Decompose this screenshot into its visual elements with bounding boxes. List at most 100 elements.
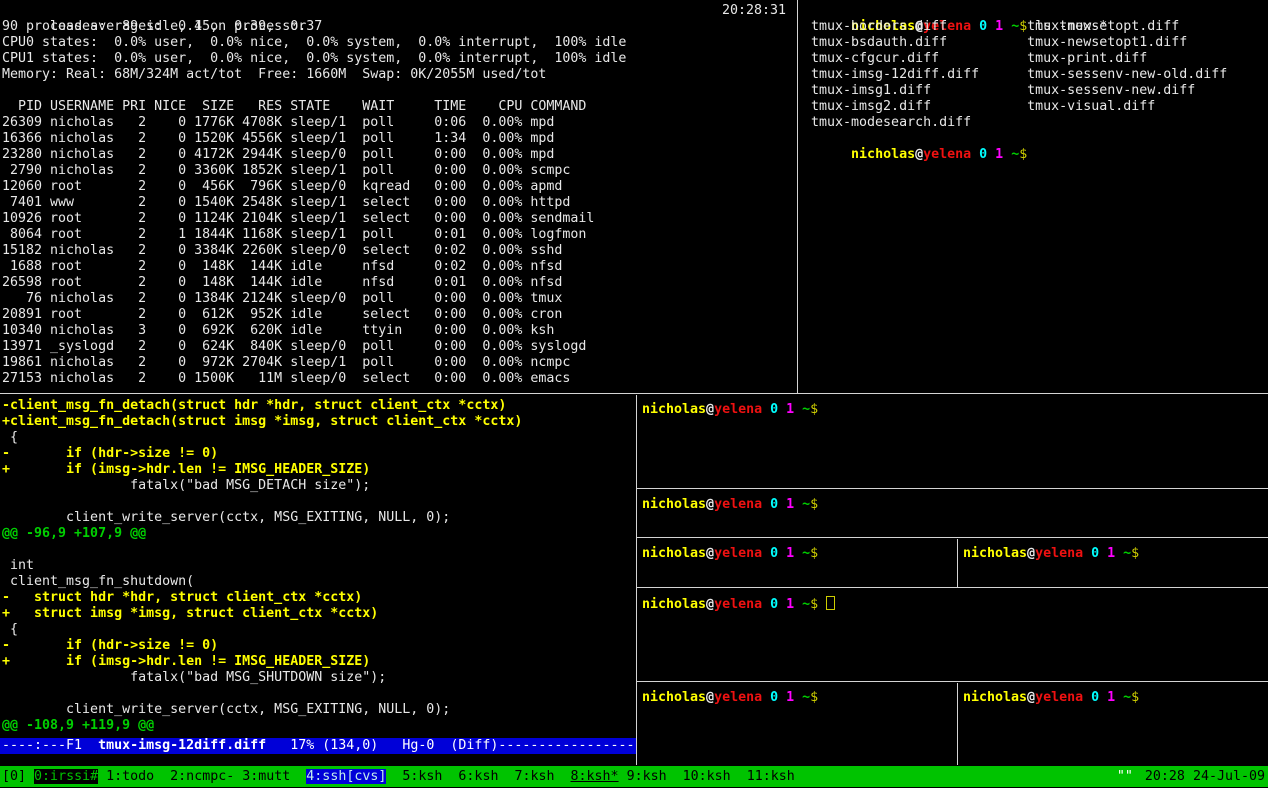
top-load-line: load averages: 0.45, 0.39, 0.37 bbox=[2, 3, 799, 19]
pane-title: "" bbox=[1117, 769, 1133, 784]
pane-shell-4[interactable]: nicholas@yelena 0 1 ~$ bbox=[959, 539, 1268, 593]
status-session[interactable]: [0] bbox=[2, 769, 26, 784]
prompt-history: 0 bbox=[762, 546, 778, 561]
prompt-symbol: $ bbox=[810, 546, 818, 561]
terminal-cursor bbox=[826, 596, 835, 610]
prompt-symbol: $ bbox=[810, 690, 818, 705]
prompt-host: yelena bbox=[923, 147, 971, 162]
status-window-10[interactable]: 10:ksh bbox=[683, 769, 731, 784]
prompt-path: ~ bbox=[794, 497, 810, 512]
status-window-5[interactable]: 5:ksh bbox=[402, 769, 442, 784]
pane-shell-2[interactable]: nicholas@yelena 0 1 ~$ bbox=[638, 490, 1268, 543]
modeline-vcs: Hg-0 bbox=[378, 738, 434, 753]
modeline-percent: 17% bbox=[266, 738, 314, 753]
prompt-user: nicholas bbox=[851, 147, 915, 162]
diff-line: { bbox=[0, 430, 636, 446]
diff-line: - if (hdr->size != 0) bbox=[0, 446, 636, 462]
prompt-path: ~ bbox=[794, 597, 810, 612]
pane-border bbox=[636, 395, 637, 765]
emacs-modeline: ----:---F1 tmux-imsg-12diff.diff 17% (13… bbox=[0, 738, 636, 754]
pane-shell-6[interactable]: nicholas@yelena 0 1 ~$ bbox=[638, 683, 960, 772]
top-process-table: PID USERNAME PRI NICE SIZE RES STATE WAI… bbox=[2, 99, 799, 387]
prompt-path: ~ bbox=[794, 402, 810, 417]
prompt-host: yelena bbox=[714, 402, 762, 417]
status-window-3[interactable]: 3:mutt bbox=[242, 769, 290, 784]
status-window-9[interactable]: 9:ksh bbox=[627, 769, 667, 784]
pane-border bbox=[637, 681, 1268, 682]
modeline-buffer-name: tmux-imsg-12diff.diff bbox=[98, 738, 266, 753]
prompt-host: yelena bbox=[714, 597, 762, 612]
pane-border bbox=[637, 537, 1268, 538]
prompt-symbol: $ bbox=[810, 497, 818, 512]
pane-shell-ls[interactable]: nicholas@yelena 0 1 ~$ls tmux-* tmux-bor… bbox=[799, 0, 1268, 396]
prompt-at: @ bbox=[915, 147, 923, 162]
prompt-jobs: 1 bbox=[778, 690, 794, 705]
modeline-position: (134,0) bbox=[314, 738, 378, 753]
diff-line: client_write_server(cctx, MSG_EXITING, N… bbox=[0, 510, 636, 526]
prompt-jobs: 1 bbox=[778, 497, 794, 512]
pane-emacs-diff[interactable]: -client_msg_fn_detach(struct hdr *hdr, s… bbox=[0, 395, 636, 768]
prompt-at: @ bbox=[706, 690, 714, 705]
diff-line: - struct hdr *hdr, struct client_ctx *cc… bbox=[0, 590, 636, 606]
prompt-symbol: $ bbox=[810, 402, 818, 417]
prompt-user: nicholas bbox=[963, 690, 1027, 705]
prompt-jobs: 1 bbox=[1099, 546, 1115, 561]
prompt-at: @ bbox=[1027, 690, 1035, 705]
pane-border bbox=[0, 393, 1268, 394]
prompt-path: ~ bbox=[1115, 690, 1131, 705]
prompt-history: 0 bbox=[762, 690, 778, 705]
prompt-path: ~ bbox=[794, 546, 810, 561]
status-window-0[interactable]: 0:irssi# bbox=[34, 769, 98, 784]
shell-prompt: nicholas@yelena 0 1 ~$ bbox=[642, 546, 818, 561]
prompt-jobs: 1 bbox=[778, 402, 794, 417]
pane-border bbox=[957, 683, 958, 765]
prompt-user: nicholas bbox=[642, 497, 706, 512]
diff-line: + if (imsg->hdr.len != IMSG_HEADER_SIZE) bbox=[0, 462, 636, 478]
prompt-path: ~ bbox=[794, 690, 810, 705]
status-window-1[interactable]: 1:todo bbox=[106, 769, 154, 784]
diff-buffer: -client_msg_fn_detach(struct hdr *hdr, s… bbox=[0, 398, 636, 734]
pane-top-processes[interactable]: load averages: 0.45, 0.39, 0.37 20:28:31… bbox=[0, 0, 799, 396]
modeline-prefix: ----:---F1 bbox=[2, 738, 98, 753]
prompt-host: yelena bbox=[1035, 690, 1083, 705]
prompt-history: 0 bbox=[762, 402, 778, 417]
prompt-history: 0 bbox=[762, 497, 778, 512]
pane-shell-3[interactable]: nicholas@yelena 0 1 ~$ bbox=[638, 539, 960, 593]
shell-prompt: nicholas@yelena 0 1 ~$ bbox=[963, 690, 1139, 705]
pane-shell-1[interactable]: nicholas@yelena 0 1 ~$ bbox=[638, 395, 1268, 494]
prompt-history: 0 bbox=[971, 147, 987, 162]
diff-line: client_write_server(cctx, MSG_EXITING, N… bbox=[0, 702, 636, 718]
pane-shell-7[interactable]: nicholas@yelena 0 1 ~$ bbox=[959, 683, 1268, 772]
modeline-dashes: -------------------------- bbox=[498, 738, 636, 753]
prompt-history: 0 bbox=[1083, 690, 1099, 705]
diff-line: @@ -108,9 +119,9 @@ bbox=[0, 718, 636, 734]
status-window-2[interactable]: 2:ncmpc- bbox=[170, 769, 234, 784]
pane-shell-5-active[interactable]: nicholas@yelena 0 1 ~$ bbox=[638, 589, 1268, 687]
prompt-history: 0 bbox=[1083, 546, 1099, 561]
prompt-at: @ bbox=[706, 402, 714, 417]
prompt-history: 0 bbox=[762, 597, 778, 612]
pane-border bbox=[797, 0, 798, 393]
status-window-11[interactable]: 11:ksh bbox=[747, 769, 795, 784]
shell-prompt: nicholas@yelena 0 1 ~$ bbox=[642, 402, 818, 417]
shell-line: nicholas@yelena 0 1 ~$ bbox=[803, 131, 1268, 147]
status-window-4[interactable]: 4:ssh[cvs] bbox=[306, 769, 386, 784]
status-right: ""20:28 24-Jul-09 bbox=[1117, 766, 1265, 787]
status-window-6[interactable]: 6:ksh bbox=[458, 769, 498, 784]
prompt-user: nicholas bbox=[642, 690, 706, 705]
shell-line: nicholas@yelena 0 1 ~$ls tmux-* bbox=[803, 3, 1268, 19]
clock: 20:28:31 bbox=[722, 3, 786, 19]
prompt-user: nicholas bbox=[963, 546, 1027, 561]
modeline-major-mode: (Diff) bbox=[434, 738, 498, 753]
shell-prompt: nicholas@yelena 0 1 ~$ bbox=[642, 497, 818, 512]
status-window-8[interactable]: 8:ksh* bbox=[571, 769, 619, 784]
prompt-at: @ bbox=[706, 546, 714, 561]
prompt-user: nicholas bbox=[642, 597, 706, 612]
prompt-user: nicholas bbox=[642, 546, 706, 561]
pane-border bbox=[637, 587, 1268, 588]
prompt-host: yelena bbox=[714, 690, 762, 705]
diff-line bbox=[0, 494, 636, 510]
shell-prompt: nicholas@yelena 0 1 ~$ bbox=[642, 690, 818, 705]
status-window-7[interactable]: 7:ksh bbox=[514, 769, 554, 784]
diff-line: fatalx("bad MSG_DETACH size"); bbox=[0, 478, 636, 494]
